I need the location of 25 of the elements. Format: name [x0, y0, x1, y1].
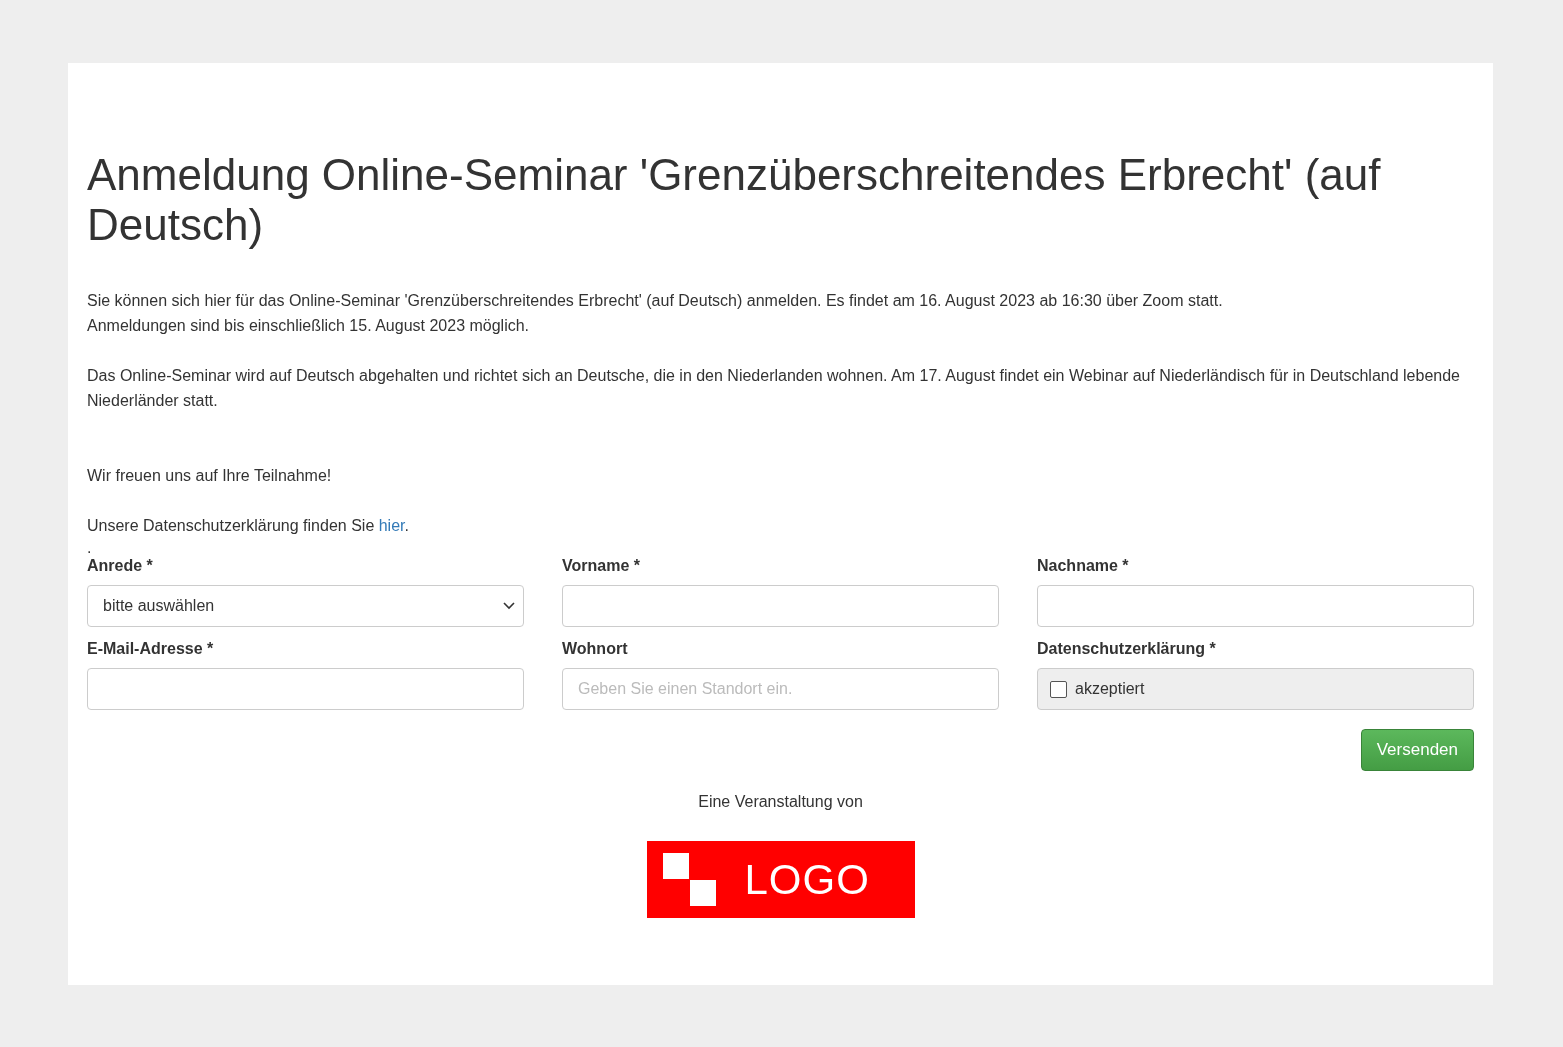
field-label: E-Mail-Adresse * — [87, 639, 215, 659]
input-field[interactable] — [87, 668, 524, 710]
privacy-text: Unsere Datenschutzerklärung finden Sie hier. — [87, 516, 410, 536]
field-label: Wohnort — [562, 639, 629, 659]
chevron-down-icon — [503, 602, 515, 610]
field-label: Datenschutzerklärung * — [1037, 639, 1217, 659]
logo-text: LOGO — [744, 855, 870, 904]
salutation-select[interactable]: bitte auswählen — [87, 585, 524, 627]
organizer-text: Eine Veranstaltung von — [697, 793, 864, 811]
checkbox-label: akzeptiert — [1075, 680, 1145, 698]
dot-text: . — [87, 540, 93, 556]
privacy-link[interactable]: hier — [378, 517, 405, 534]
squares-icon — [662, 852, 717, 907]
submit-button[interactable]: Versenden — [1360, 729, 1474, 771]
field-label: Anrede * — [87, 556, 154, 576]
info-text: Das Online-Seminar wird auf Deutsch abgehalten und richtet sich an Deutsche, die in den Niederlanden wohnen. Am 17. August findet ein Webinar auf Niederländisch für in Deutschland lebende Niederländer statt. — [87, 366, 1461, 411]
greeting-text: Wir freuen uns auf Ihre Teilnahme! — [87, 466, 333, 486]
field-label: Nachname * — [1037, 556, 1130, 576]
input-field[interactable] — [1037, 585, 1474, 627]
input-field[interactable] — [562, 585, 999, 627]
input-field[interactable]: Geben Sie einen Standort ein. — [562, 668, 999, 710]
field-label: Vorname * — [562, 556, 641, 576]
checkbox[interactable] — [1050, 680, 1067, 698]
intro-text: Sie können sich hier für das Online-Seminar 'Grenzüberschreitendes Erbrecht' (auf Deutsch) anmelden. Es findet am 16. August 2023 ab 16:30 über Zoom statt. Anmeldungen sind bis einschließlich 15. August 2023 möglich. — [87, 291, 1224, 336]
page-title: Anmeldung Online-Seminar 'Grenzüberschreitendes Erbrecht' (auf Deutsch) — [87, 150, 1382, 250]
